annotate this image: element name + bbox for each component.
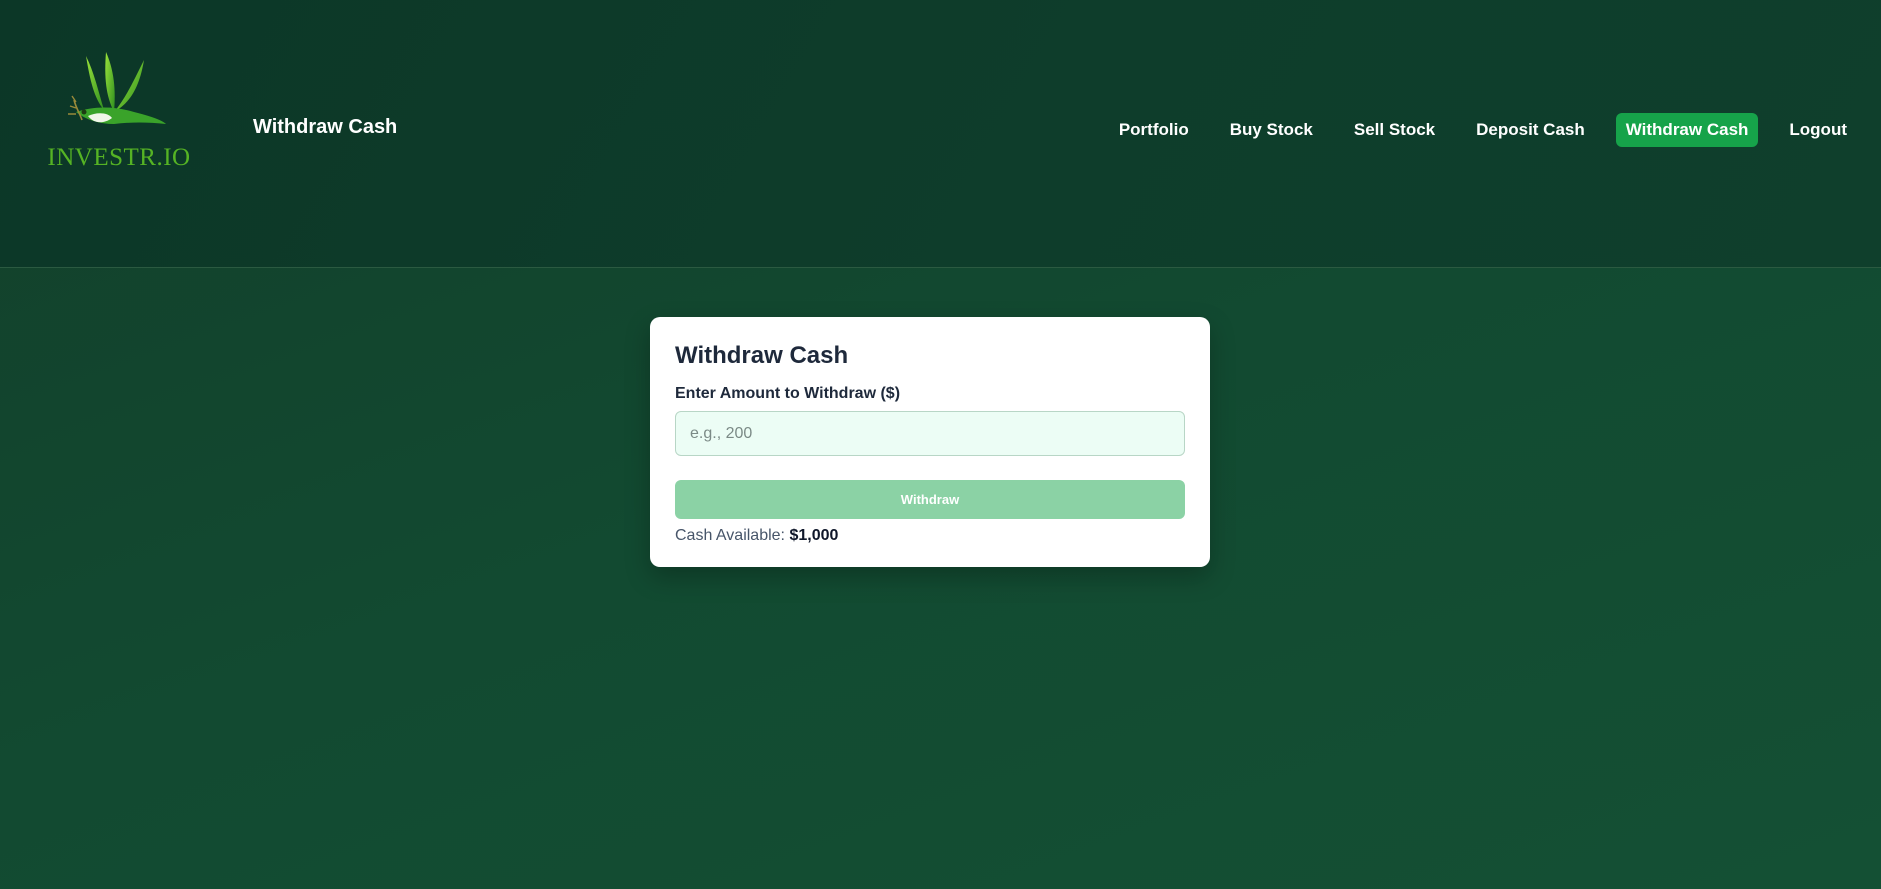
cash-available-value: $1,000 [789, 527, 839, 544]
withdraw-card: Withdraw Cash Enter Amount to Withdraw (… [650, 317, 1210, 567]
investr-logo[interactable]: INVESTR.IO [44, 50, 194, 176]
nav-sell-stock[interactable]: Sell Stock [1344, 113, 1445, 147]
logo-text: INVESTR.IO [47, 144, 191, 171]
main-nav: Portfolio Buy Stock Sell Stock Deposit C… [1088, 113, 1857, 147]
nav-withdraw-cash[interactable]: Withdraw Cash [1615, 113, 1759, 147]
withdraw-button[interactable]: Withdraw [675, 480, 1185, 519]
cash-available: Cash Available: $1,000 [675, 527, 1185, 545]
page-heading: Withdraw Cash [253, 116, 398, 138]
nav-deposit-cash[interactable]: Deposit Cash [1466, 113, 1595, 147]
amount-label: Enter Amount to Withdraw ($) [675, 385, 901, 402]
nav-portfolio[interactable]: Portfolio [1109, 113, 1199, 147]
card-title: Withdraw Cash [675, 342, 849, 369]
top-header: INVESTR.IO Withdraw Cash Portfolio Buy S… [0, 0, 1881, 268]
cash-available-label: Cash Available: [675, 527, 785, 544]
swallow-bird-logo-icon [68, 52, 166, 124]
amount-input[interactable] [675, 411, 1185, 456]
nav-buy-stock[interactable]: Buy Stock [1220, 113, 1323, 147]
nav-logout[interactable]: Logout [1779, 113, 1857, 147]
